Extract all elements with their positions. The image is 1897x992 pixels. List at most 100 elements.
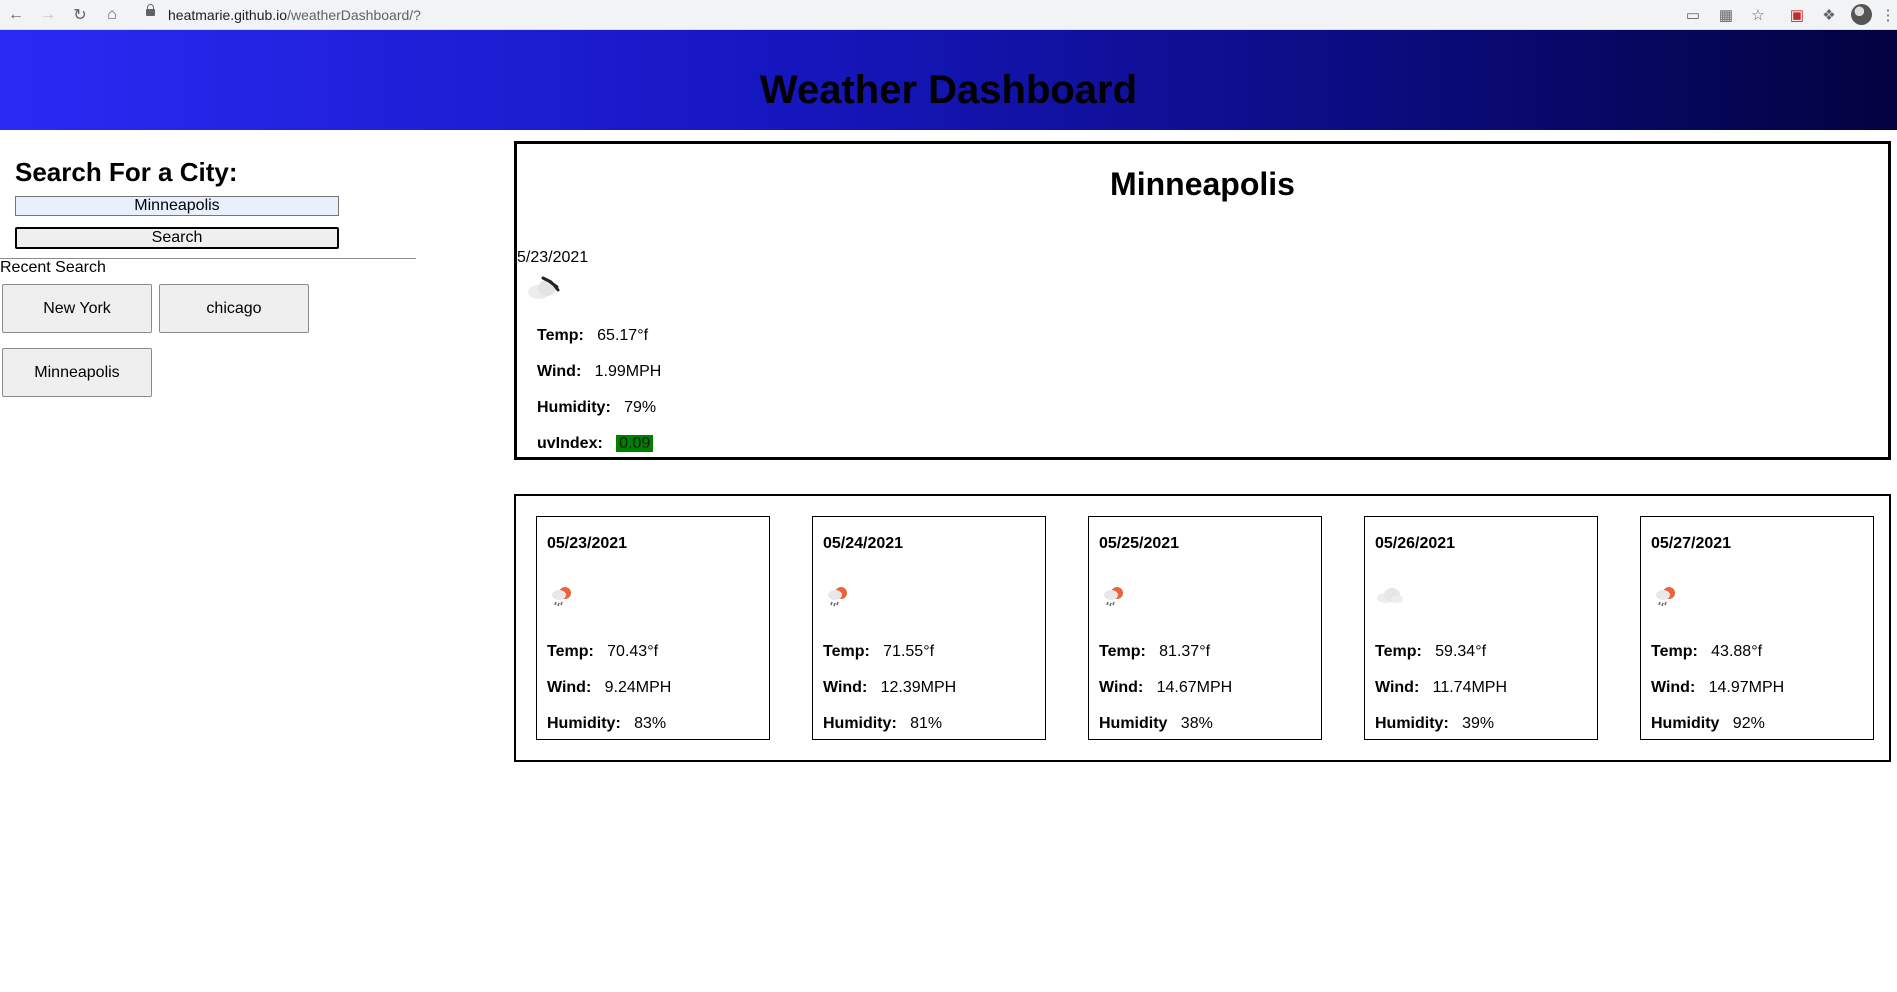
forecast-wind: 9.24MPH	[604, 679, 672, 696]
cloud-icon	[1377, 588, 1403, 603]
forecast-card: 05/23/2021 Temp: 70.43°f Wind: 9.24MPH H…	[536, 516, 770, 740]
page-header: Weather Dashboard	[0, 30, 1897, 130]
forecast-humidity-row: Humidity 92%	[1651, 715, 1765, 733]
back-icon[interactable]: ←	[5, 4, 27, 26]
forecast-wind-row: Wind: 14.67MPH	[1099, 679, 1232, 697]
current-date: 5/23/2021	[517, 249, 589, 266]
forecast-wind: 11.74MPH	[1432, 679, 1508, 696]
recent-city-button[interactable]: New York	[2, 284, 152, 333]
forecast-temp-row: Temp: 81.37°f	[1099, 643, 1210, 661]
rain-sun-icon	[1656, 587, 1675, 607]
url-host: heatmarie.github.io	[168, 7, 288, 23]
home-icon[interactable]: ⌂	[101, 4, 123, 26]
temp-label: Temp:	[547, 643, 594, 660]
address-bar[interactable]: heatmarie.github.io/weatherDashboard/?	[168, 4, 421, 26]
forecast-wind-row: Wind: 11.74MPH	[1375, 679, 1507, 697]
forecast-temp: 71.55°f	[883, 643, 935, 660]
current-uv-row: uvIndex: 0.09	[537, 435, 654, 453]
forecast-date: 05/26/2021	[1375, 535, 1456, 552]
extensions-puzzle-icon[interactable]: ❖	[1818, 4, 1840, 26]
forecast-humidity: 81%	[910, 715, 943, 732]
forecast-date: 05/23/2021	[547, 535, 628, 552]
extension-icon[interactable]: ▣	[1786, 4, 1808, 26]
city-search-input[interactable]	[15, 196, 339, 216]
humidity-label: Humidity:	[823, 715, 897, 732]
forecast-card: 05/24/2021 Temp: 71.55°f Wind: 12.39MPH …	[812, 516, 1046, 740]
page-title: Weather Dashboard	[759, 68, 1138, 112]
forecast-temp-row: Temp: 59.34°f	[1375, 643, 1486, 661]
search-title: Search For a City:	[15, 157, 238, 187]
forecast-humidity-row: Humidity: 39%	[1375, 715, 1494, 733]
qr-icon[interactable]: ▦	[1715, 4, 1737, 26]
forecast-humidity: 39%	[1462, 715, 1495, 732]
forecast-humidity-row: Humidity: 83%	[547, 715, 666, 733]
forecast-humidity-row: Humidity 38%	[1099, 715, 1213, 733]
cloud-icon	[528, 276, 560, 299]
forecast-humidity: 83%	[634, 715, 667, 732]
wind-label: Wind:	[547, 679, 592, 696]
humidity-label: Humidity:	[537, 399, 611, 416]
url-path: /weatherDashboard/?	[287, 7, 421, 23]
current-wind-row: Wind: 1.99MPH	[537, 363, 661, 381]
reload-icon[interactable]: ↻	[69, 4, 91, 26]
forecast-wind-row: Wind: 12.39MPH	[823, 679, 956, 697]
menu-icon[interactable]: ⋮	[1877, 4, 1897, 26]
lock-icon	[146, 4, 155, 16]
wind-label: Wind:	[1099, 679, 1144, 696]
forecast-wind-row: Wind: 9.24MPH	[547, 679, 671, 697]
wind-label: Wind:	[1375, 679, 1420, 696]
forecast-temp-row: Temp: 70.43°f	[547, 643, 658, 661]
humidity-label: Humidity	[1099, 715, 1168, 732]
forward-icon[interactable]: →	[37, 4, 59, 26]
forecast-panel: 05/23/2021 Temp: 70.43°f Wind: 9.24MPH H…	[514, 494, 1891, 762]
forecast-card: 05/27/2021 Temp: 43.88°f Wind: 14.97MPH …	[1640, 516, 1874, 740]
recent-city-button[interactable]: Minneapolis	[2, 348, 152, 397]
rain-sun-icon	[552, 587, 571, 607]
wind-label: Wind:	[537, 363, 582, 380]
wind-label: Wind:	[823, 679, 868, 696]
search-button[interactable]: Search	[15, 227, 339, 249]
temp-label: Temp:	[537, 327, 584, 344]
forecast-temp-row: Temp: 71.55°f	[823, 643, 934, 661]
temp-label: Temp:	[823, 643, 870, 660]
recent-search-label: Recent Search	[0, 259, 106, 276]
humidity-label: Humidity:	[1375, 715, 1449, 732]
profile-avatar[interactable]	[1851, 4, 1872, 25]
current-city-name: Minneapolis	[1110, 166, 1295, 202]
current-temp-row: Temp: 65.17°f	[537, 327, 648, 345]
forecast-humidity: 38%	[1180, 715, 1213, 732]
forecast-humidity-row: Humidity: 81%	[823, 715, 942, 733]
cast-icon[interactable]: ▭	[1682, 4, 1704, 26]
uv-label: uvIndex:	[537, 435, 603, 452]
humidity-label: Humidity	[1651, 715, 1720, 732]
temp-label: Temp:	[1651, 643, 1698, 660]
temp-label: Temp:	[1375, 643, 1422, 660]
forecast-humidity: 92%	[1732, 715, 1765, 732]
forecast-card: 05/26/2021 Temp: 59.34°f Wind: 11.74MPH …	[1364, 516, 1598, 740]
forecast-wind: 14.97MPH	[1708, 679, 1785, 696]
forecast-wind-row: Wind: 14.97MPH	[1651, 679, 1784, 697]
temp-label: Temp:	[1099, 643, 1146, 660]
forecast-temp: 43.88°f	[1711, 643, 1763, 660]
recent-city-button[interactable]: chicago	[159, 284, 309, 333]
forecast-wind: 14.67MPH	[1156, 679, 1233, 696]
forecast-date: 05/24/2021	[823, 535, 904, 552]
forecast-date: 05/27/2021	[1651, 535, 1732, 552]
current-humidity-row: Humidity: 79%	[537, 399, 656, 417]
forecast-card: 05/25/2021 Temp: 81.37°f Wind: 14.67MPH …	[1088, 516, 1322, 740]
forecast-temp: 70.43°f	[607, 643, 659, 660]
current-weather-panel: Minneapolis 5/23/2021 Temp: 65.17°f Wind…	[514, 141, 1891, 460]
forecast-temp: 59.34°f	[1435, 643, 1487, 660]
rain-sun-icon	[1104, 587, 1123, 607]
current-humidity: 79%	[624, 399, 657, 416]
forecast-temp-row: Temp: 43.88°f	[1651, 643, 1762, 661]
forecast-temp: 81.37°f	[1159, 643, 1211, 660]
forecast-wind: 12.39MPH	[880, 679, 957, 696]
uv-index-badge: 0.09	[616, 435, 654, 452]
current-temp: 65.17°f	[597, 327, 649, 344]
bookmark-star-icon[interactable]: ☆	[1747, 4, 1769, 26]
browser-toolbar: ← → ↻ ⌂ heatmarie.github.io/weatherDashb…	[0, 0, 1897, 30]
current-wind: 1.99MPH	[594, 363, 662, 380]
humidity-label: Humidity:	[547, 715, 621, 732]
wind-label: Wind:	[1651, 679, 1696, 696]
